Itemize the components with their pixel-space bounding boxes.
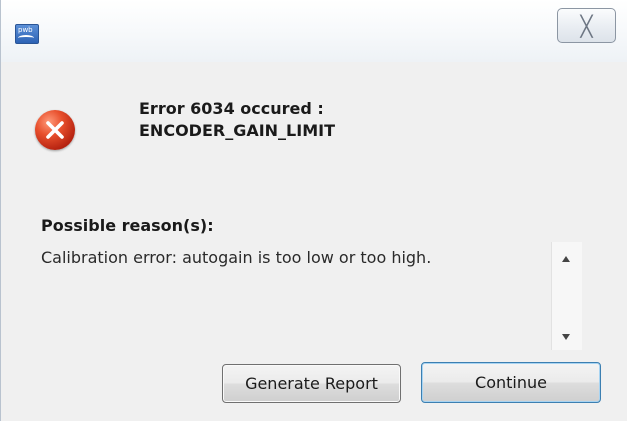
error-code: ENCODER_GAIN_LIMIT xyxy=(139,121,335,140)
title-bar[interactable]: pwb ╳ xyxy=(1,0,627,62)
generate-report-button[interactable]: Generate Report xyxy=(222,364,401,403)
continue-button[interactable]: Continue xyxy=(421,362,601,403)
app-icon-label: pwb xyxy=(18,26,33,34)
error-x-icon xyxy=(35,110,75,150)
x-mark-icon xyxy=(46,121,64,139)
app-icon: pwb xyxy=(15,24,39,44)
reasons-heading: Possible reason(s): xyxy=(41,216,214,235)
close-button[interactable]: ╳ xyxy=(557,8,616,43)
close-icon: ╳ xyxy=(580,13,593,38)
error-dialog-window: pwb ╳ Error 6034 occured : ENCODER_GAIN_… xyxy=(0,0,627,421)
app-icon-swoosh xyxy=(18,35,34,41)
scroll-down-arrow-icon[interactable] xyxy=(562,334,570,340)
reasons-scrollbar[interactable] xyxy=(551,242,582,350)
error-title: Error 6034 occured : xyxy=(139,99,324,118)
reasons-text-area[interactable]: Calibration error: autogain is too low o… xyxy=(39,238,583,350)
scroll-up-arrow-icon[interactable] xyxy=(562,256,570,262)
reasons-text: Calibration error: autogain is too low o… xyxy=(41,248,432,267)
